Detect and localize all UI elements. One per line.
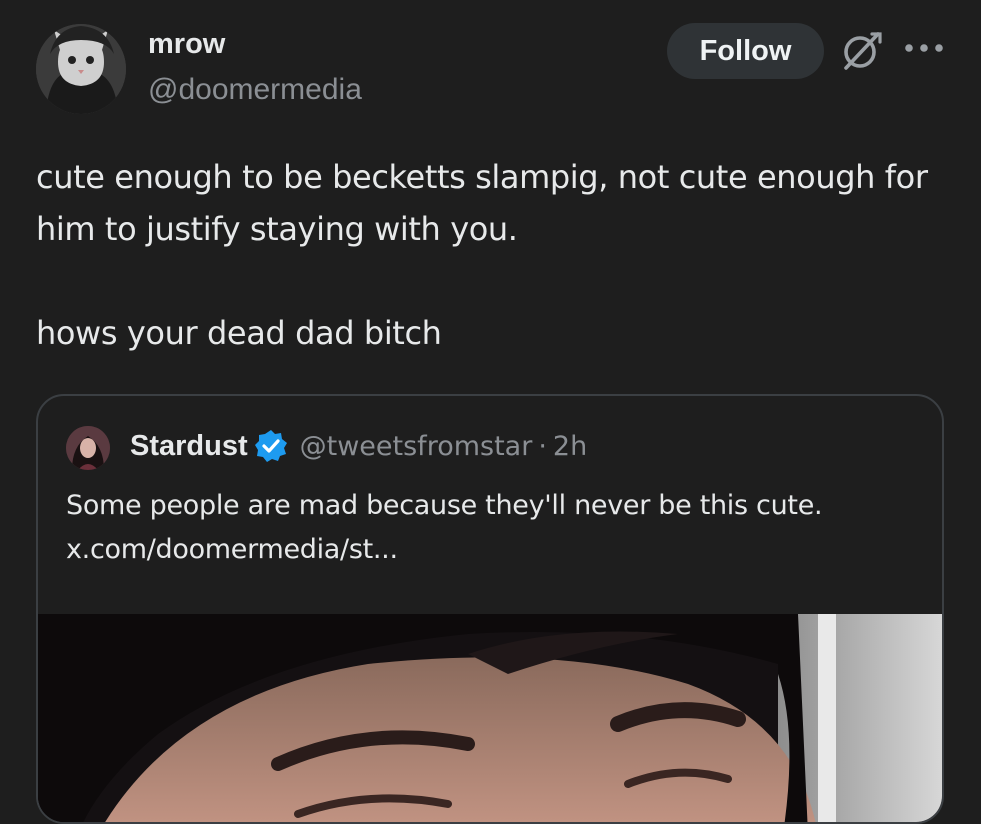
- quoted-tweet-time[interactable]: 2h: [553, 431, 587, 462]
- author-avatar[interactable]: [36, 24, 126, 114]
- quoted-author-handle[interactable]: @tweetsfromstar: [300, 431, 533, 462]
- follow-button[interactable]: Follow: [667, 23, 824, 79]
- tweet-text-paragraph: cute enough to be becketts slampig, not …: [36, 158, 928, 248]
- author-display-name[interactable]: mrow: [148, 26, 362, 62]
- cat-avatar-icon: [36, 24, 126, 114]
- separator-dot: ·: [538, 430, 547, 462]
- more-options-icon[interactable]: [903, 36, 945, 60]
- author-info: mrow @doomermedia: [148, 26, 362, 110]
- author-handle[interactable]: @doomermedia: [148, 70, 362, 110]
- photo-image: [38, 614, 942, 822]
- quoted-tweet-header: Stardust @tweetsfromstar · 2h: [130, 429, 587, 463]
- tweet: mrow @doomermedia Follow cute enough to …: [0, 0, 981, 824]
- quoted-tweet-body: Some people are mad because they'll neve…: [66, 490, 823, 521]
- grok-icon[interactable]: [838, 28, 884, 74]
- quoted-tweet-text: Some people are mad because they'll neve…: [66, 484, 906, 572]
- quoted-author-avatar[interactable]: [66, 426, 110, 470]
- quoted-tweet-photo[interactable]: [38, 614, 942, 822]
- quoted-author-name[interactable]: Stardust: [130, 430, 248, 463]
- profile-avatar-icon: [66, 426, 110, 470]
- tweet-text: cute enough to be becketts slampig, not …: [36, 151, 936, 359]
- quoted-tweet-link[interactable]: x.com/doomermedia/st...: [66, 534, 398, 565]
- verified-badge-icon[interactable]: [254, 429, 288, 463]
- tweet-text-paragraph: hows your dead dad bitch: [36, 314, 442, 352]
- quoted-tweet-card[interactable]: Stardust @tweetsfromstar · 2h Some peopl…: [36, 394, 944, 824]
